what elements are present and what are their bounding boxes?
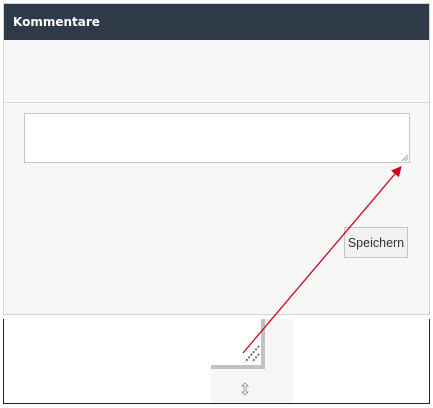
zoomed-resize-grip [211,319,293,403]
panel-header: Kommentare [4,4,429,40]
save-button[interactable]: Speichern [344,227,408,258]
panel-divider [4,102,429,103]
move-cursor-icon [241,382,249,396]
comments-panel: Kommentare Speichern [3,3,430,315]
save-button-label: Speichern [347,235,405,250]
resize-grip-icon[interactable] [401,154,409,162]
comment-textarea[interactable] [24,113,410,163]
panel-title: Kommentare [13,15,100,29]
zoomed-textarea-corner [211,319,265,369]
zoom-inset-frame [3,319,430,404]
